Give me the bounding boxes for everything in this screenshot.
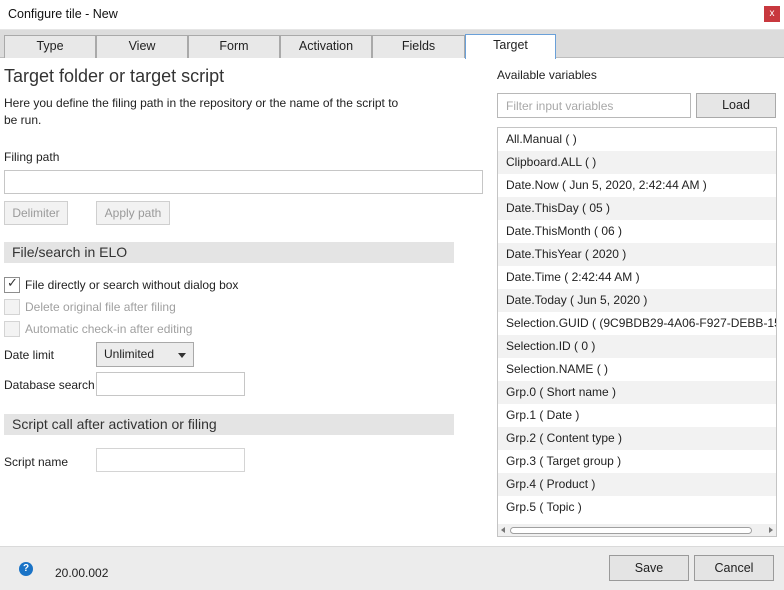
save-button[interactable]: Save <box>609 555 689 581</box>
variables-list[interactable]: All.Manual ( ) Clipboard.ALL ( ) Date.No… <box>497 127 777 537</box>
variable-item[interactable]: Date.Time ( 2:42:44 AM ) <box>498 266 776 289</box>
tab-target[interactable]: Target <box>465 34 556 59</box>
scroll-right-arrow-icon[interactable] <box>769 527 773 533</box>
scroll-left-arrow-icon[interactable] <box>501 527 505 533</box>
database-search-input[interactable] <box>96 372 245 396</box>
variable-item[interactable]: Date.Today ( Jun 5, 2020 ) <box>498 289 776 312</box>
variable-item[interactable]: Date.ThisMonth ( 06 ) <box>498 220 776 243</box>
tab-activation[interactable]: Activation <box>280 35 372 58</box>
section-script-call: Script call after activation or filing <box>4 414 454 435</box>
filing-path-label: Filing path <box>4 150 60 164</box>
variable-item[interactable]: Selection.NAME ( ) <box>498 358 776 381</box>
window-title: Configure tile - New <box>8 7 118 21</box>
variable-item[interactable]: Grp.0 ( Short name ) <box>498 381 776 404</box>
delimiter-button[interactable]: Delimiter <box>4 201 68 225</box>
date-limit-label: Date limit <box>4 348 55 362</box>
delete-original-label: Delete original file after filing <box>25 300 176 314</box>
variable-item[interactable]: Grp.1 ( Date ) <box>498 404 776 427</box>
auto-checkin-checkbox[interactable] <box>4 321 20 337</box>
variable-item[interactable]: Date.Now ( Jun 5, 2020, 2:42:44 AM ) <box>498 174 776 197</box>
available-variables-heading: Available variables <box>497 68 597 82</box>
file-directly-label: File directly or search without dialog b… <box>25 278 239 292</box>
scrollbar-thumb[interactable] <box>510 527 752 534</box>
filing-path-input[interactable] <box>4 170 483 194</box>
auto-checkin-label: Automatic check-in after editing <box>25 322 193 336</box>
version-label: 20.00.002 <box>55 566 109 580</box>
variable-item[interactable]: Grp.5 ( Topic ) <box>498 496 776 519</box>
target-description: Here you define the filing path in the r… <box>4 96 399 127</box>
tab-bar: Type View Form Activation Fields Target <box>0 30 784 59</box>
variable-item[interactable]: All.Manual ( ) <box>498 128 776 151</box>
delete-original-checkbox[interactable] <box>4 299 20 315</box>
filter-variables-input[interactable] <box>497 93 691 118</box>
delete-original-checkbox-row[interactable]: Delete original file after filing <box>4 298 304 316</box>
tab-fields[interactable]: Fields <box>372 35 465 58</box>
variable-item[interactable]: Date.ThisYear ( 2020 ) <box>498 243 776 266</box>
target-heading: Target folder or target script <box>4 66 225 86</box>
question-circle-icon[interactable]: ? <box>19 562 33 576</box>
file-directly-checkbox-row[interactable]: File directly or search without dialog b… <box>4 276 304 294</box>
tab-type[interactable]: Type <box>4 35 96 58</box>
variable-item[interactable]: Date.ThisDay ( 05 ) <box>498 197 776 220</box>
title-bar: Configure tile - New x <box>0 0 784 30</box>
auto-checkin-checkbox-row[interactable]: Automatic check-in after editing <box>4 320 304 338</box>
variable-item[interactable]: Selection.ID ( 0 ) <box>498 335 776 358</box>
dialog-footer: ? 20.00.002 Save Cancel <box>0 546 784 590</box>
file-directly-checkbox[interactable] <box>4 276 20 293</box>
variable-item[interactable]: Grp.2 ( Content type ) <box>498 427 776 450</box>
date-limit-select[interactable]: Unlimited <box>96 342 194 367</box>
tab-form[interactable]: Form <box>188 35 280 58</box>
variable-item[interactable]: Grp.4 ( Product ) <box>498 473 776 496</box>
load-button[interactable]: Load <box>696 93 776 118</box>
database-search-label: Database search <box>4 378 95 392</box>
script-name-input[interactable] <box>96 448 245 472</box>
variable-item[interactable]: Clipboard.ALL ( ) <box>498 151 776 174</box>
script-name-label: Script name <box>4 455 69 469</box>
variable-item[interactable]: Selection.GUID ( (9C9BDB29-4A06-F927-DEB… <box>498 312 776 335</box>
close-icon[interactable]: x <box>764 6 780 22</box>
tab-view[interactable]: View <box>96 35 188 58</box>
date-limit-value: Unlimited <box>104 347 155 361</box>
chevron-down-icon <box>178 353 186 358</box>
horizontal-scrollbar[interactable] <box>498 524 776 536</box>
apply-path-button[interactable]: Apply path <box>96 201 170 225</box>
section-file-search: File/search in ELO <box>4 242 454 263</box>
variable-item[interactable]: Grp.3 ( Target group ) <box>498 450 776 473</box>
cancel-button[interactable]: Cancel <box>694 555 774 581</box>
